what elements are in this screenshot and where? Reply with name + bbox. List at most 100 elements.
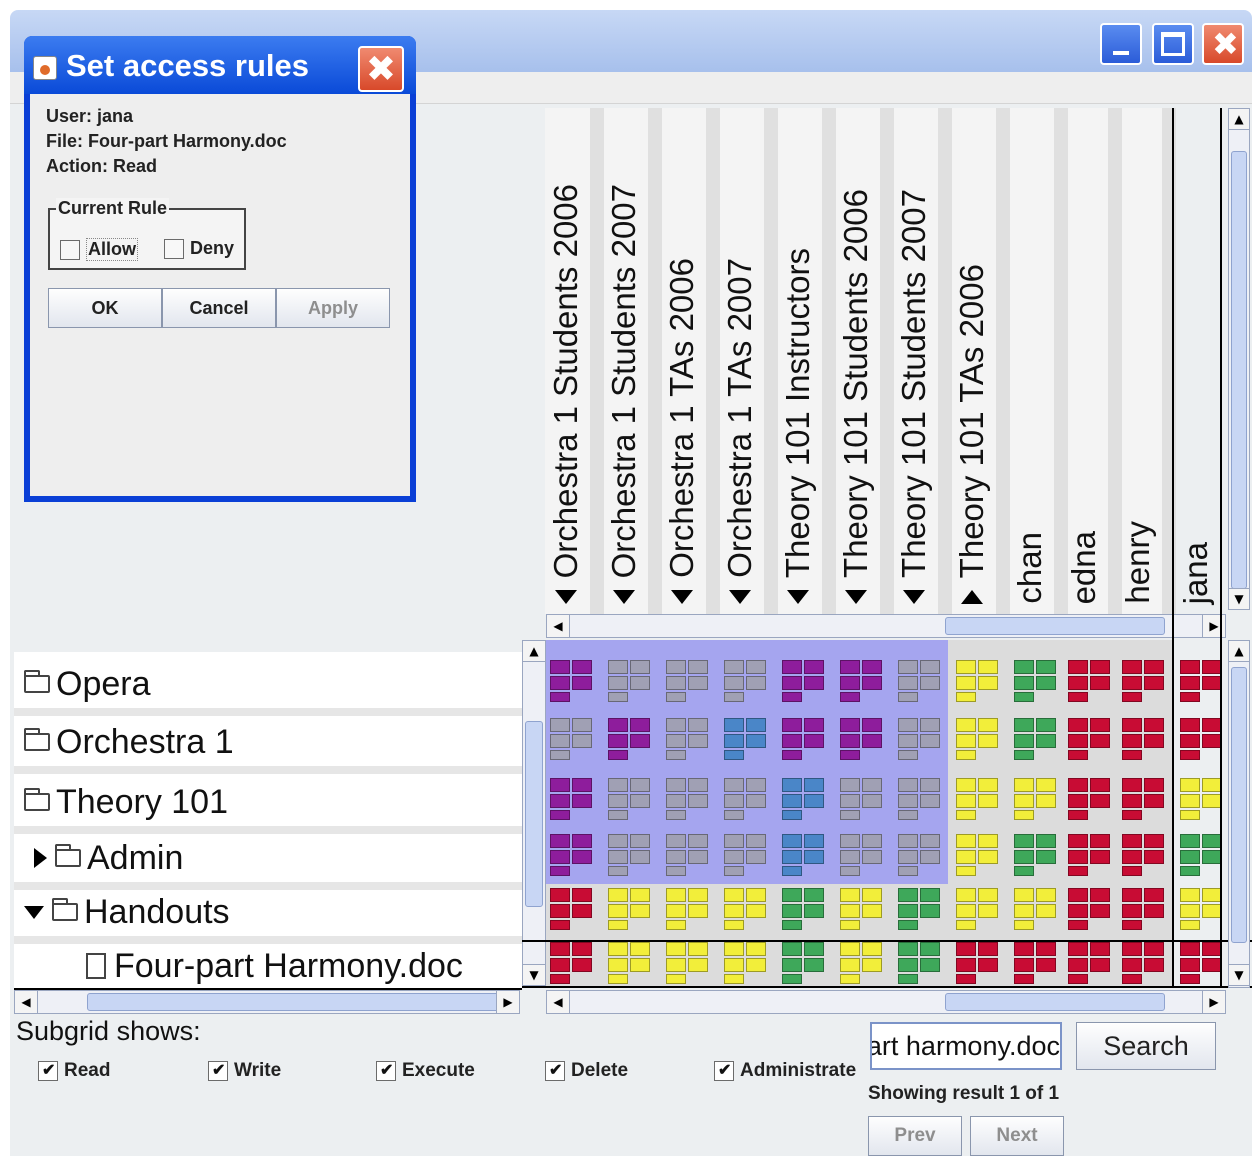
close-window-button[interactable]: ✖ xyxy=(1202,23,1244,65)
permission-cell[interactable] xyxy=(722,776,770,820)
column-header[interactable]: henry xyxy=(1118,108,1176,614)
expand-group-icon[interactable] xyxy=(845,590,867,604)
scroll-down-button[interactable]: ▼ xyxy=(1228,964,1250,986)
tree-item[interactable]: Four-part Harmony.doc xyxy=(14,942,522,990)
expand-group-icon[interactable] xyxy=(671,590,693,604)
collapse-group-icon[interactable] xyxy=(961,590,983,604)
checkbox-box[interactable] xyxy=(208,1060,228,1081)
column-header[interactable]: Theory 101 Students 2007 xyxy=(894,108,952,614)
permission-cell[interactable] xyxy=(780,776,828,820)
permission-cell[interactable] xyxy=(1066,886,1114,930)
permission-cell[interactable] xyxy=(664,832,712,876)
permission-cell[interactable] xyxy=(606,832,654,876)
permission-cell[interactable] xyxy=(1120,658,1168,702)
permission-cell[interactable] xyxy=(664,716,712,760)
search-input[interactable]: four-part harmony.doc xyxy=(870,1022,1062,1070)
permission-cell[interactable] xyxy=(1120,886,1168,930)
permission-cell[interactable] xyxy=(896,716,944,760)
scroll-thumb[interactable] xyxy=(525,721,543,907)
permission-cell[interactable] xyxy=(722,716,770,760)
scroll-thumb[interactable] xyxy=(945,993,1165,1011)
permission-cell[interactable] xyxy=(780,832,828,876)
permission-cell[interactable] xyxy=(954,776,1002,820)
checkbox-box[interactable] xyxy=(60,239,80,260)
expand-group-icon[interactable] xyxy=(555,590,577,604)
permission-cell[interactable] xyxy=(1120,716,1168,760)
permission-cell[interactable] xyxy=(1012,886,1060,930)
permission-cell[interactable] xyxy=(722,886,770,930)
scroll-thumb[interactable] xyxy=(87,993,507,1011)
permission-cell[interactable] xyxy=(548,776,596,820)
permission-cell[interactable] xyxy=(896,886,944,930)
column-header[interactable]: chan xyxy=(1010,108,1068,614)
permission-cell[interactable] xyxy=(606,886,654,930)
scroll-thumb[interactable] xyxy=(1231,667,1247,943)
permission-cell[interactable] xyxy=(838,832,886,876)
grid-horizontal-scrollbar[interactable] xyxy=(546,990,1226,1014)
expand-group-icon[interactable] xyxy=(613,590,635,604)
permission-cell[interactable] xyxy=(664,658,712,702)
column-header[interactable]: Theory 101 Students 2006 xyxy=(836,108,894,614)
permission-cell[interactable] xyxy=(954,716,1002,760)
permission-cell[interactable] xyxy=(606,776,654,820)
deny-checkbox[interactable]: Deny xyxy=(164,238,234,259)
permission-cell[interactable] xyxy=(954,658,1002,702)
minimize-button[interactable] xyxy=(1100,23,1142,65)
tree-item[interactable]: Orchestra 1 xyxy=(14,718,522,766)
allow-checkbox[interactable]: Allow xyxy=(60,238,138,261)
tree-item[interactable]: Handouts xyxy=(14,888,522,936)
checkbox-box[interactable] xyxy=(545,1060,565,1081)
permission-cell[interactable] xyxy=(838,658,886,702)
permission-cell[interactable] xyxy=(1012,832,1060,876)
checkbox-box[interactable] xyxy=(164,238,184,259)
column-header[interactable]: Theory 101 TAs 2006 xyxy=(952,108,1010,614)
permission-cell[interactable] xyxy=(1066,658,1114,702)
checkbox-box[interactable] xyxy=(376,1060,396,1081)
scroll-up-button[interactable]: ▲ xyxy=(1228,640,1250,662)
permission-cell[interactable] xyxy=(664,776,712,820)
collapsed-triangle-icon[interactable] xyxy=(34,848,47,868)
permission-cell[interactable] xyxy=(1012,716,1060,760)
ok-button[interactable]: OK xyxy=(48,288,162,328)
permission-cell[interactable] xyxy=(1120,776,1168,820)
delete-checkbox[interactable]: Delete xyxy=(545,1060,628,1082)
header-horizontal-scrollbar[interactable] xyxy=(546,614,1226,638)
grid-vertical-scrollbar[interactable] xyxy=(1228,640,1250,988)
scroll-left-button[interactable]: ◀ xyxy=(546,614,570,638)
permission-cell[interactable] xyxy=(548,886,596,930)
tree-vertical-scrollbar[interactable] xyxy=(522,640,546,988)
checkbox-box[interactable] xyxy=(714,1060,734,1081)
permission-cell[interactable] xyxy=(838,886,886,930)
column-header[interactable]: Orchestra 1 TAs 2006 xyxy=(662,108,720,614)
permission-cell[interactable] xyxy=(606,658,654,702)
scroll-up-button[interactable]: ▲ xyxy=(1228,108,1250,130)
permission-cell[interactable] xyxy=(548,716,596,760)
permission-cell[interactable] xyxy=(548,658,596,702)
permission-cell[interactable] xyxy=(722,832,770,876)
tree-item[interactable]: Admin xyxy=(14,834,522,882)
permission-cell[interactable] xyxy=(1012,658,1060,702)
administrate-checkbox[interactable]: Administrate xyxy=(714,1060,856,1082)
permission-cell[interactable] xyxy=(548,832,596,876)
header-vertical-scrollbar[interactable] xyxy=(1228,108,1250,610)
column-header[interactable]: Theory 101 Instructors xyxy=(778,108,836,614)
checkbox-box[interactable] xyxy=(38,1060,58,1081)
permission-cell[interactable] xyxy=(954,886,1002,930)
permission-cell[interactable] xyxy=(780,658,828,702)
search-button[interactable]: Search xyxy=(1076,1022,1216,1070)
column-header[interactable]: Orchestra 1 Students 2006 xyxy=(546,108,604,614)
tree-item[interactable]: Opera xyxy=(14,660,522,708)
permission-cell[interactable] xyxy=(838,716,886,760)
permission-cell[interactable] xyxy=(722,658,770,702)
expand-group-icon[interactable] xyxy=(729,590,751,604)
column-header[interactable]: Orchestra 1 Students 2007 xyxy=(604,108,662,614)
expand-group-icon[interactable] xyxy=(903,590,925,604)
dialog-close-button[interactable]: ✖ xyxy=(358,46,404,92)
column-header[interactable]: Orchestra 1 TAs 2007 xyxy=(720,108,778,614)
permission-cell[interactable] xyxy=(1120,832,1168,876)
permission-cell[interactable] xyxy=(838,776,886,820)
execute-checkbox[interactable]: Execute xyxy=(376,1060,475,1082)
expanded-triangle-icon[interactable] xyxy=(24,905,44,919)
scroll-right-button[interactable]: ▶ xyxy=(496,990,520,1014)
scroll-up-button[interactable]: ▲ xyxy=(522,640,546,662)
